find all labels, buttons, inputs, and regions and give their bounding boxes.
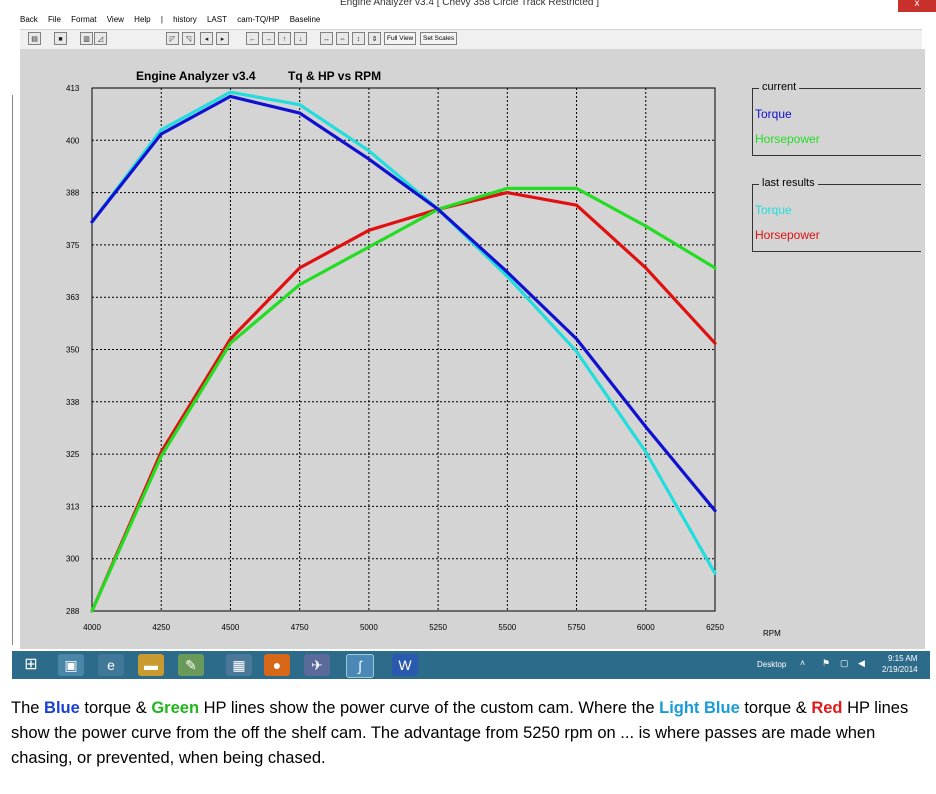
legend-last: last results Torque Horsepower [752, 177, 921, 252]
y-tick-label: 363 [66, 293, 80, 302]
y-tick-label: 288 [66, 607, 80, 616]
taskbar: ⊞ ▣ e ▬ ✎ ▦ ● ✈ ∫ W Desktop ˄ ⚑ ▢ ◀ 9:15… [12, 651, 930, 679]
x-tick-label: 6000 [637, 623, 655, 632]
legend-last-caption: last results [759, 177, 818, 189]
x-tick-label: 5250 [429, 623, 447, 632]
clock-time[interactable]: 9:15 AM [888, 654, 917, 663]
caption-green: Green [151, 699, 200, 717]
x-tick-label: 5000 [360, 623, 378, 632]
network-tray-icon[interactable]: ▢ [840, 658, 849, 669]
caption-part-4: torque & [739, 699, 812, 717]
y-tick-label: 413 [66, 84, 80, 93]
legend-last-horsepower: Horsepower [755, 228, 820, 242]
caption-part-1: The [11, 699, 45, 717]
x-tick-label: 5750 [568, 623, 586, 632]
y-tick-label: 300 [66, 555, 80, 564]
caption-blue: Blue [44, 699, 80, 717]
network-icon[interactable]: ▣ [58, 654, 84, 676]
legend-current-caption: current [759, 81, 800, 93]
x-tick-label: 4000 [83, 623, 101, 632]
x-tick-label: 4250 [152, 623, 170, 632]
y-tick-label: 325 [66, 450, 80, 459]
caption-part-3: HP lines show the power curve of the cus… [199, 699, 660, 717]
start-icon[interactable]: ⊞ [18, 654, 44, 676]
x-axis-label: RPM [763, 629, 781, 638]
y-tick-label: 313 [66, 502, 80, 511]
x-tick-label: 4750 [291, 623, 309, 632]
x-tick-label: 6250 [706, 623, 724, 632]
legend-current: current Torque Horsepower [752, 81, 921, 156]
volume-icon[interactable]: ◀ [858, 658, 865, 669]
word-icon[interactable]: W [392, 654, 418, 676]
file-explorer-icon[interactable]: ▬ [138, 654, 164, 676]
y-tick-label: 338 [66, 398, 80, 407]
x-tick-label: 5500 [498, 623, 516, 632]
series-last-torque [90, 90, 717, 575]
legend-current-torque: Torque [755, 107, 792, 121]
tool-icon[interactable]: ✈ [304, 654, 330, 676]
y-tick-label: 350 [66, 346, 80, 355]
series-current-horsepower [90, 186, 717, 613]
caption-light-blue: Light Blue [659, 699, 740, 717]
clock-date[interactable]: 2/19/2014 [882, 665, 918, 674]
caption-part-2: torque & [79, 699, 152, 717]
caption-text: The Blue torque & Green HP lines show th… [11, 696, 926, 771]
y-tick-label: 388 [66, 189, 80, 198]
document-app-icon[interactable]: ▦ [226, 654, 252, 676]
show-hidden-icons-icon[interactable]: ˄ [800, 658, 805, 668]
y-tick-label: 375 [66, 241, 80, 250]
y-tick-label: 400 [66, 136, 80, 145]
flag-icon[interactable]: ⚑ [822, 658, 830, 669]
legend-current-horsepower: Horsepower [755, 132, 820, 146]
legend-last-torque: Torque [755, 203, 792, 217]
internet-explorer-icon[interactable]: e [98, 654, 124, 676]
desktop-toolbar-label[interactable]: Desktop [757, 660, 786, 669]
x-tick-label: 4500 [222, 623, 240, 632]
notes-icon[interactable]: ✎ [178, 654, 204, 676]
caption-red: Red [811, 699, 843, 717]
engine-analyzer-icon[interactable]: ∫ [346, 654, 374, 678]
firefox-icon[interactable]: ● [264, 654, 290, 676]
series-current-torque [90, 94, 717, 513]
